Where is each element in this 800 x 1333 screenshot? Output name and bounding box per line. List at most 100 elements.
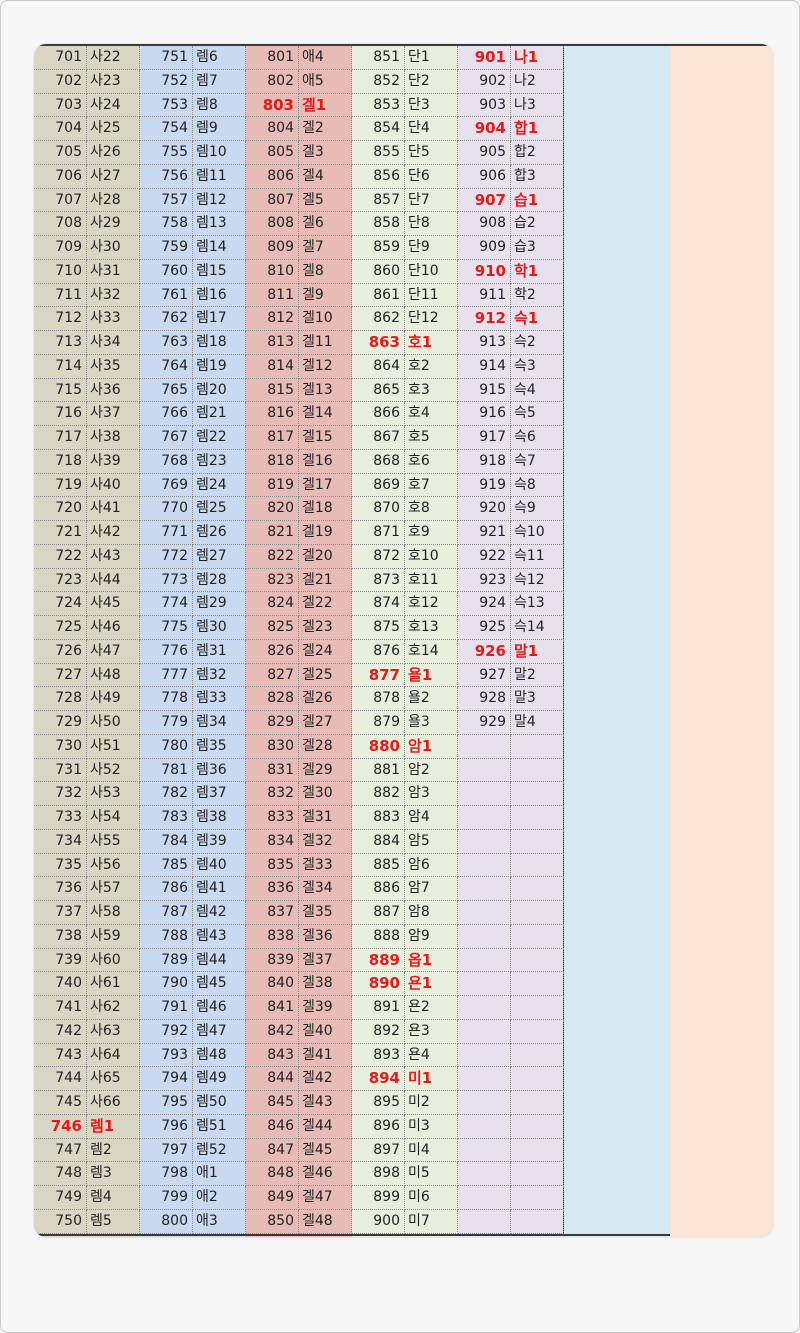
cell-label[interactable]: 단8 — [405, 212, 458, 236]
cell-number[interactable]: 786 — [140, 877, 193, 901]
cell-number[interactable]: 760 — [140, 259, 193, 284]
cell-label[interactable]: 미5 — [405, 1162, 458, 1186]
cell-number[interactable]: 716 — [34, 402, 87, 426]
cell-number[interactable]: 847 — [246, 1138, 299, 1163]
cell-number[interactable]: 719 — [34, 473, 87, 498]
cell-label[interactable]: 호8 — [405, 497, 458, 521]
cell-number[interactable]: 753 — [140, 93, 193, 118]
cell-label[interactable]: 사38 — [87, 426, 140, 450]
cell-label[interactable]: 습3 — [511, 236, 564, 260]
cell-number[interactable]: 897 — [352, 1138, 405, 1163]
cell-number[interactable]: 705 — [34, 141, 87, 165]
cell-label[interactable]: 사26 — [87, 141, 140, 165]
cell-number[interactable]: 722 — [34, 544, 87, 569]
cell-number[interactable]: 845 — [246, 1091, 299, 1115]
cell-number[interactable]: 803 — [246, 93, 299, 118]
cell-label[interactable]: 겔41 — [299, 1043, 352, 1068]
cell-number[interactable]: 907 — [458, 188, 511, 213]
cell-number[interactable]: 706 — [34, 164, 87, 189]
cell-number[interactable]: 823 — [246, 568, 299, 593]
cell-label[interactable]: 겔18 — [299, 497, 352, 521]
cell-number[interactable]: 801 — [246, 46, 299, 70]
cell-number[interactable]: 898 — [352, 1162, 405, 1186]
cell-number[interactable]: 910 — [458, 259, 511, 284]
cell-label[interactable]: 옵1 — [405, 948, 458, 973]
cell-number[interactable]: 921 — [458, 521, 511, 545]
cell-number[interactable]: 839 — [246, 948, 299, 973]
cell-label[interactable]: 사46 — [87, 616, 140, 640]
cell-label[interactable]: 겔32 — [299, 829, 352, 854]
cell-label[interactable]: 암7 — [405, 877, 458, 901]
cell-number[interactable]: 775 — [140, 616, 193, 640]
cell-label[interactable]: 사52 — [87, 758, 140, 783]
cell-number[interactable]: 820 — [246, 497, 299, 521]
cell-number[interactable]: 815 — [246, 378, 299, 403]
cell-number[interactable]: 869 — [352, 473, 405, 498]
cell-label[interactable]: 호12 — [405, 592, 458, 616]
cell-label[interactable]: 겔38 — [299, 972, 352, 996]
cell-number[interactable]: 758 — [140, 212, 193, 236]
cell-number[interactable] — [458, 996, 511, 1020]
cell-label[interactable]: 합2 — [511, 141, 564, 165]
cell-number[interactable]: 757 — [140, 188, 193, 213]
cell-number[interactable]: 858 — [352, 212, 405, 236]
cell-label[interactable]: 사31 — [87, 259, 140, 284]
cell-number[interactable]: 835 — [246, 853, 299, 878]
cell-number[interactable]: 886 — [352, 877, 405, 901]
cell-number[interactable]: 734 — [34, 829, 87, 854]
cell-number[interactable]: 915 — [458, 378, 511, 403]
cell-number[interactable]: 718 — [34, 449, 87, 474]
cell-number[interactable]: 917 — [458, 426, 511, 450]
cell-number[interactable]: 806 — [246, 164, 299, 189]
cell-number[interactable]: 911 — [458, 283, 511, 308]
cell-number[interactable]: 808 — [246, 212, 299, 236]
cell-number[interactable]: 733 — [34, 806, 87, 830]
cell-number[interactable]: 885 — [352, 853, 405, 878]
cell-label[interactable]: 미7 — [405, 1209, 458, 1234]
cell-label[interactable]: 사56 — [87, 853, 140, 878]
cell-label[interactable]: 렘24 — [193, 473, 246, 498]
cell-label[interactable]: 합3 — [511, 164, 564, 189]
cell-label[interactable] — [511, 734, 564, 759]
cell-label[interactable]: 렘27 — [193, 544, 246, 569]
cell-label[interactable]: 애1 — [193, 1162, 246, 1186]
cell-number[interactable] — [458, 734, 511, 759]
cell-number[interactable]: 821 — [246, 521, 299, 545]
cell-label[interactable]: 렘41 — [193, 877, 246, 901]
cell-label[interactable]: 습1 — [511, 188, 564, 213]
cell-label[interactable]: 겔31 — [299, 806, 352, 830]
cell-label[interactable]: 미3 — [405, 1114, 458, 1139]
cell-number[interactable]: 750 — [34, 1209, 87, 1234]
cell-label[interactable]: 겔23 — [299, 616, 352, 640]
cell-label[interactable]: 겔15 — [299, 426, 352, 450]
cell-number[interactable]: 702 — [34, 69, 87, 94]
cell-label[interactable]: 슥2 — [511, 331, 564, 355]
cell-number[interactable] — [458, 853, 511, 878]
cell-label[interactable]: 사30 — [87, 236, 140, 260]
cell-label[interactable]: 겔1 — [299, 93, 352, 118]
cell-label[interactable]: 사40 — [87, 473, 140, 498]
cell-label[interactable]: 사32 — [87, 283, 140, 308]
cell-label[interactable]: 사45 — [87, 592, 140, 616]
cell-label[interactable]: 호13 — [405, 616, 458, 640]
cell-number[interactable]: 711 — [34, 283, 87, 308]
cell-number[interactable]: 876 — [352, 639, 405, 664]
cell-number[interactable]: 851 — [352, 46, 405, 70]
cell-label[interactable] — [511, 1186, 564, 1210]
cell-number[interactable]: 829 — [246, 711, 299, 735]
cell-label[interactable]: 사62 — [87, 996, 140, 1020]
cell-number[interactable]: 817 — [246, 426, 299, 450]
cell-number[interactable]: 770 — [140, 497, 193, 521]
cell-number[interactable]: 800 — [140, 1209, 193, 1234]
cell-label[interactable]: 슥13 — [511, 592, 564, 616]
cell-number[interactable]: 729 — [34, 711, 87, 735]
cell-label[interactable]: 렘46 — [193, 996, 246, 1020]
cell-label[interactable]: 사43 — [87, 544, 140, 569]
cell-label[interactable]: 욜1 — [405, 663, 458, 688]
cell-number[interactable]: 761 — [140, 283, 193, 308]
cell-label[interactable]: 렘28 — [193, 568, 246, 593]
cell-number[interactable]: 856 — [352, 164, 405, 189]
cell-label[interactable]: 겔42 — [299, 1067, 352, 1091]
cell-label[interactable]: 겔44 — [299, 1114, 352, 1139]
cell-label[interactable]: 사23 — [87, 69, 140, 94]
